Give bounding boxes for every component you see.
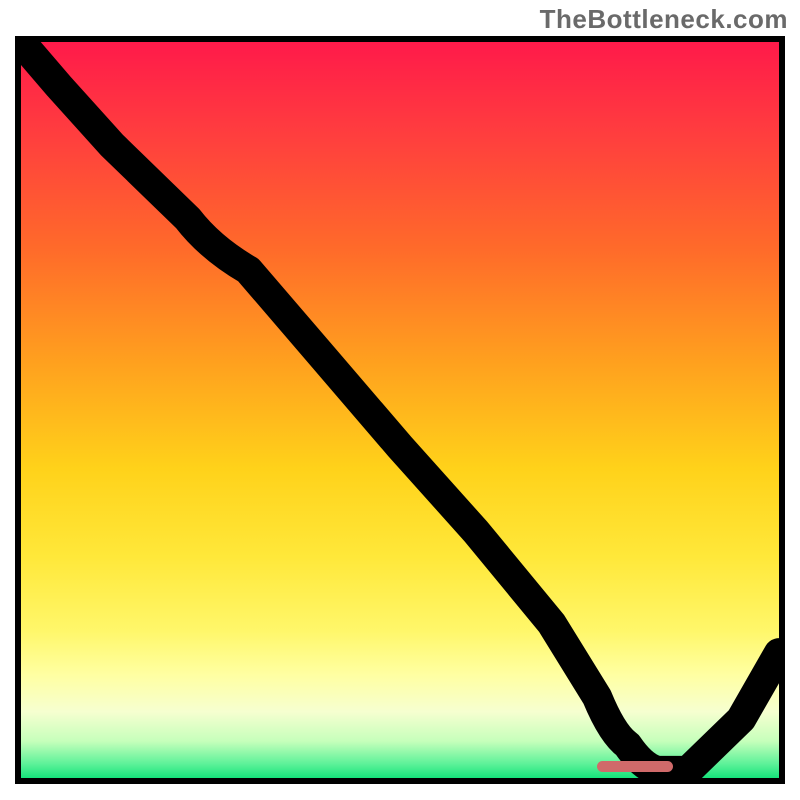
- chart-frame: TheBottleneck.com: [0, 0, 800, 800]
- plot-area: [15, 36, 785, 784]
- curve-path: [21, 42, 779, 771]
- bottleneck-curve: [21, 42, 779, 778]
- watermark-label: TheBottleneck.com: [540, 4, 788, 35]
- optimal-zone-marker: [597, 761, 673, 772]
